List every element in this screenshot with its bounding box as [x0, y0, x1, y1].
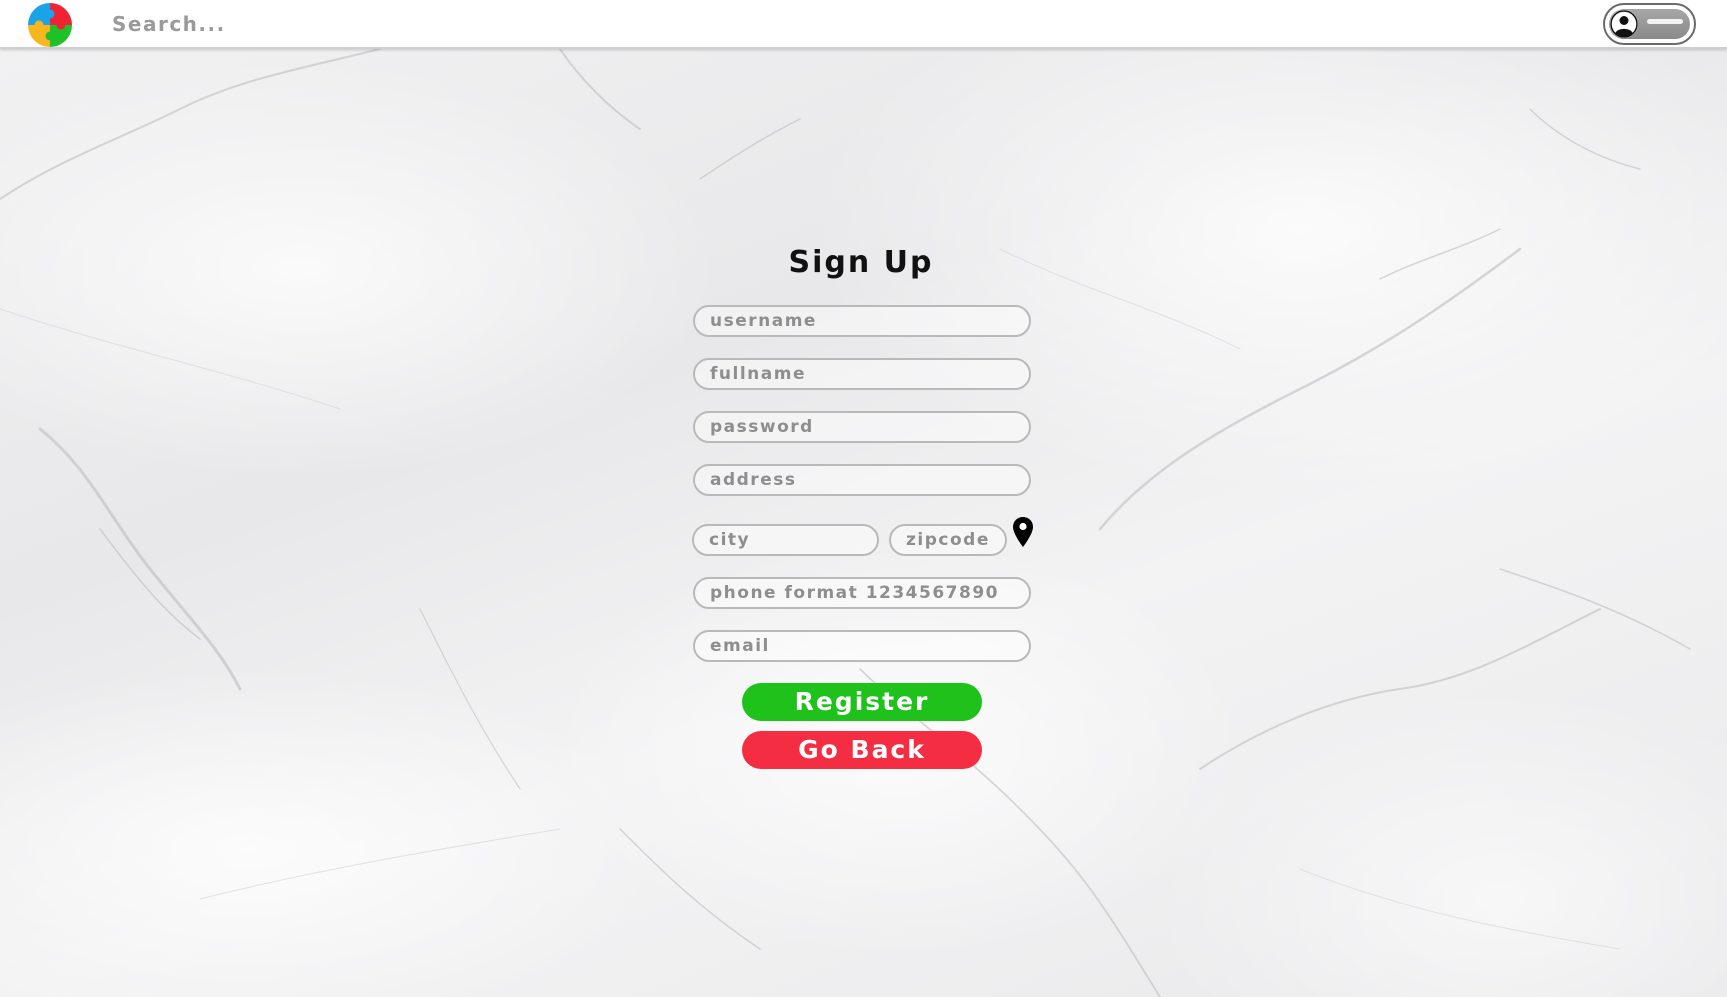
- address-input[interactable]: [693, 464, 1031, 496]
- register-button[interactable]: Register: [742, 683, 982, 721]
- user-icon: [1610, 10, 1638, 38]
- page-title: Sign Up: [788, 245, 934, 280]
- password-input[interactable]: [693, 411, 1031, 443]
- toggle-bar: [1647, 19, 1683, 24]
- username-input[interactable]: [693, 305, 1031, 337]
- fullname-input[interactable]: [693, 358, 1031, 390]
- go-back-button[interactable]: Go Back: [742, 731, 982, 769]
- map-pin-icon[interactable]: [1012, 516, 1034, 548]
- phone-input[interactable]: [693, 577, 1031, 609]
- account-toggle[interactable]: [1603, 3, 1696, 45]
- signup-form: Sign Up Register Go Back: [0, 0, 1727, 997]
- city-input[interactable]: [692, 524, 879, 556]
- search-input[interactable]: [112, 6, 712, 42]
- email-input[interactable]: [693, 630, 1031, 662]
- puzzle-logo-icon[interactable]: [27, 2, 73, 48]
- top-navbar: [0, 0, 1727, 49]
- zipcode-input[interactable]: [889, 524, 1007, 556]
